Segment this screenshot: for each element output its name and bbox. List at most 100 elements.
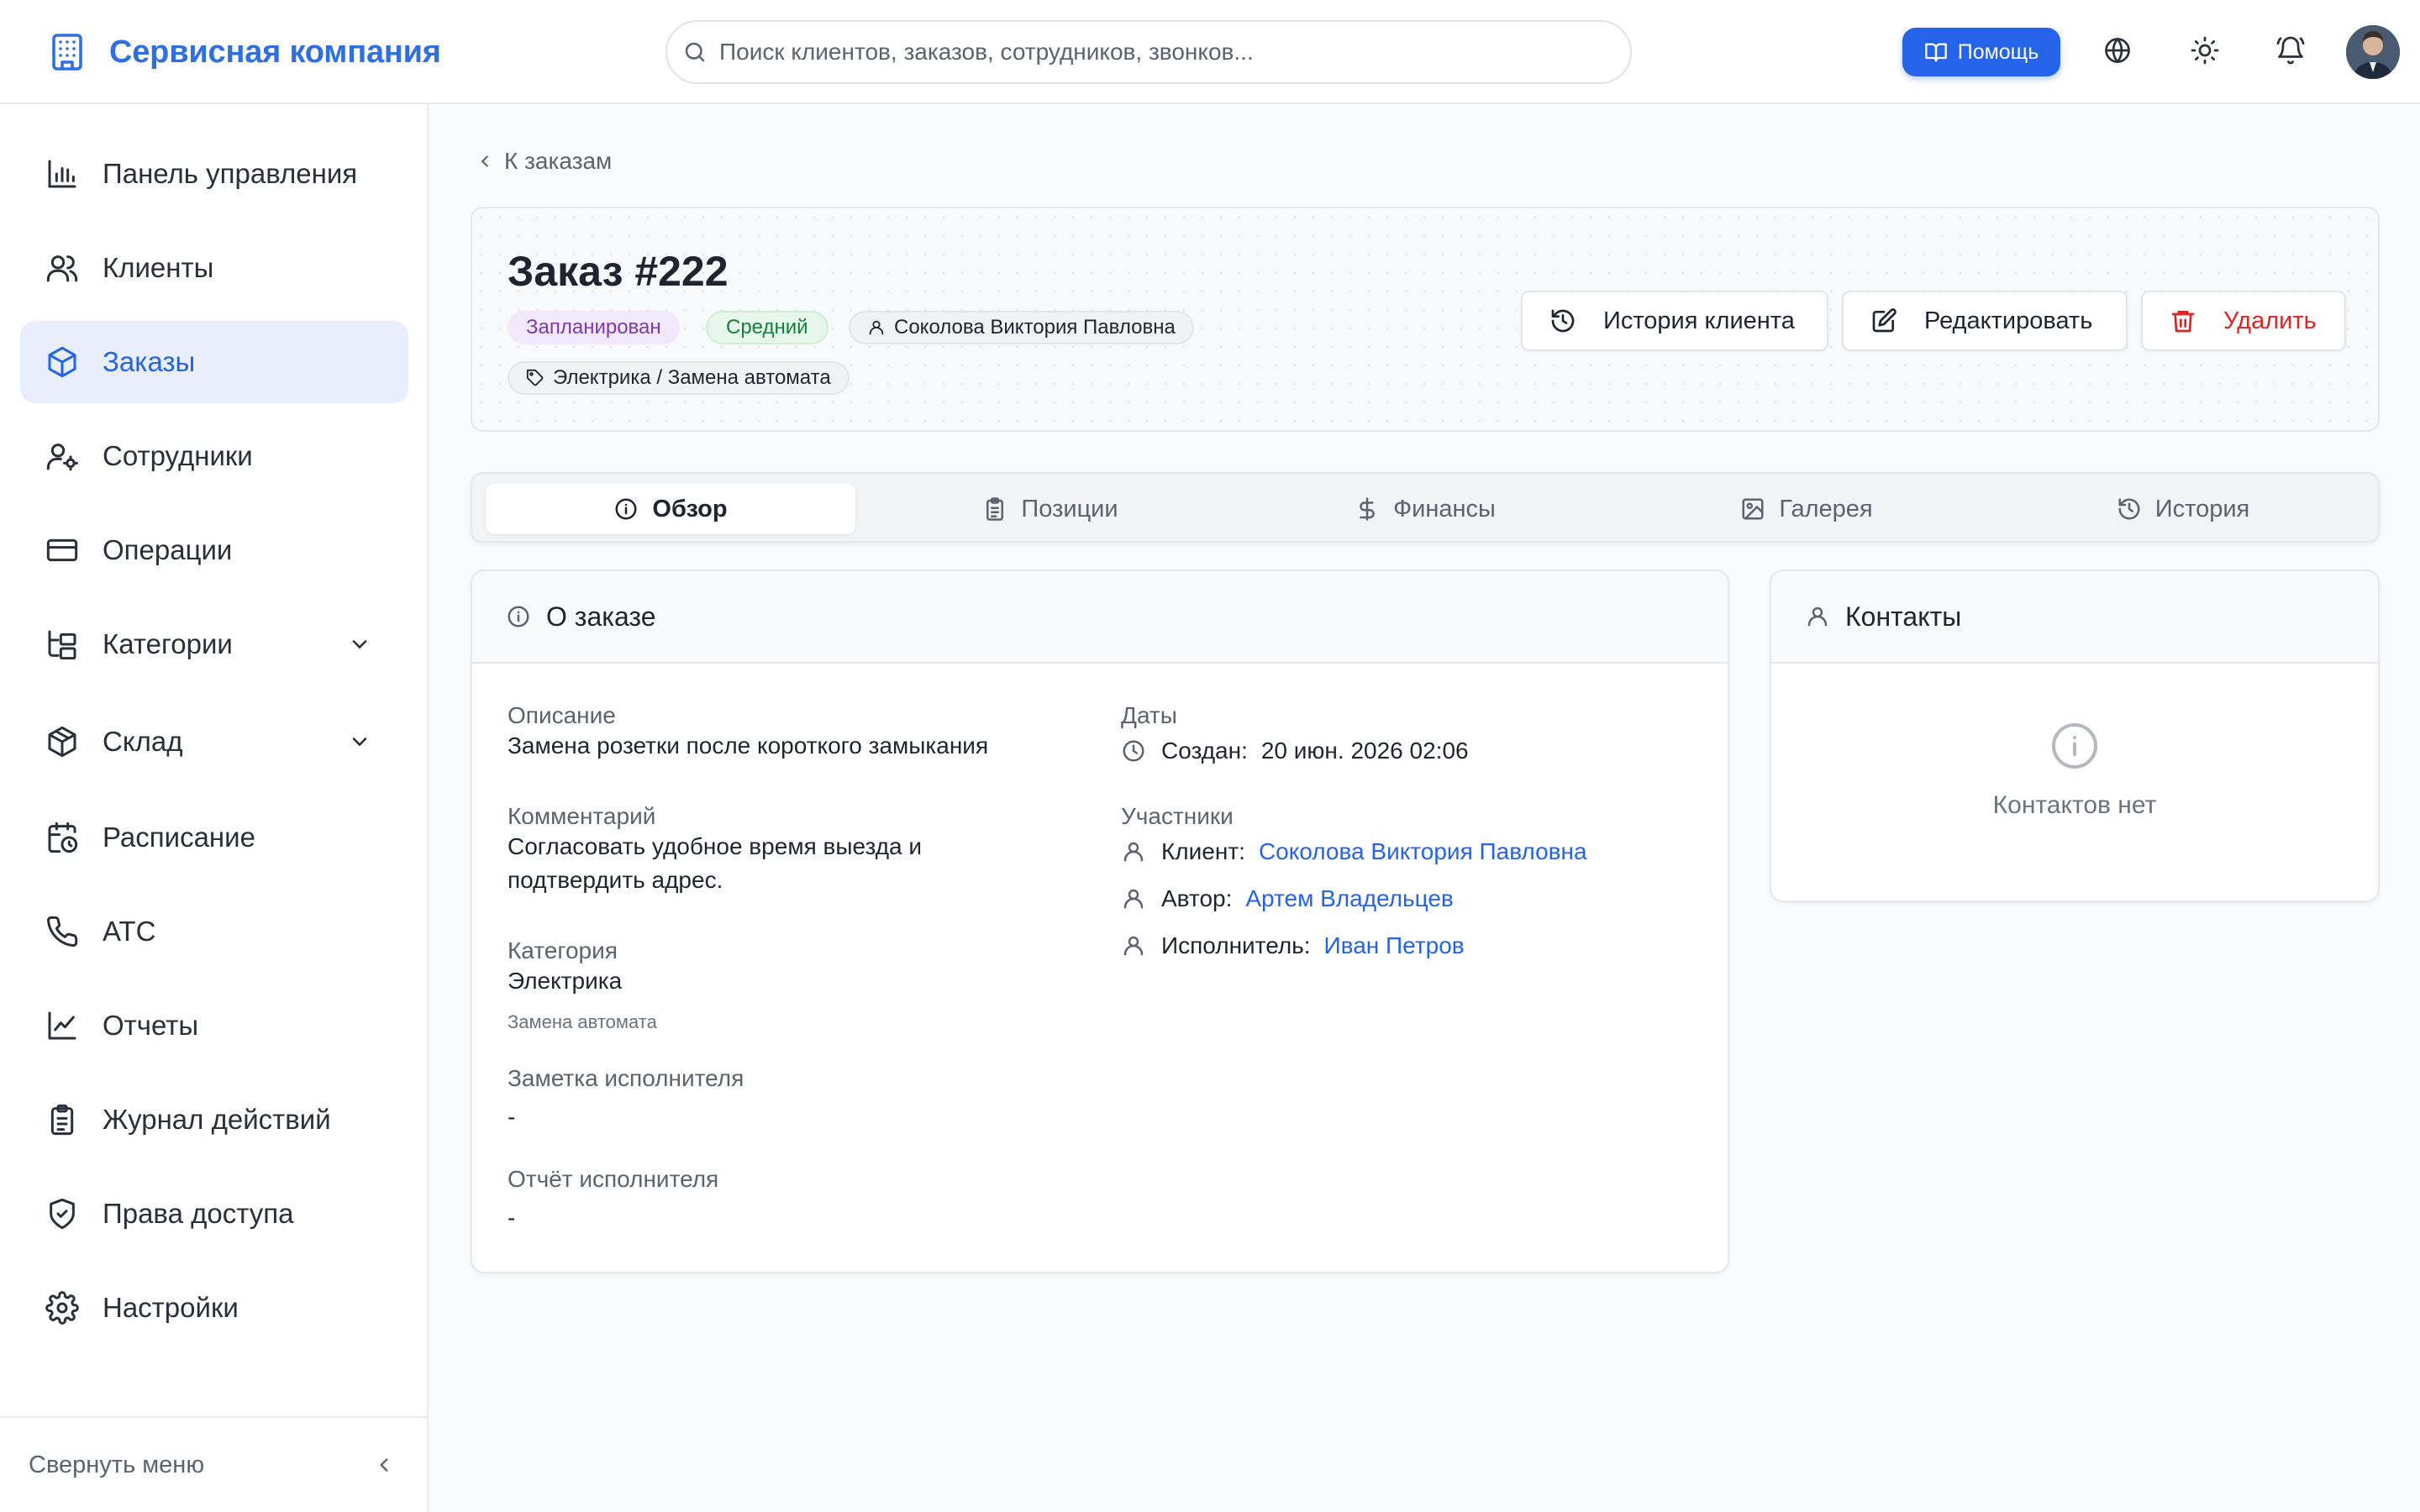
globe-icon[interactable] (2102, 35, 2133, 66)
author-row: Автор: Артем Владельцев (1121, 885, 1454, 912)
category-value: Электрика (508, 968, 623, 994)
user-icon (1123, 936, 1144, 956)
sidebar-item-settings[interactable]: Настройки (20, 1267, 408, 1349)
client-key: Клиент: (1161, 838, 1245, 864)
created-key: Создан: (1161, 738, 1248, 764)
executor-link[interactable]: Иван Петров (1324, 932, 1465, 959)
user-icon (1123, 842, 1144, 862)
about-order-card: О заказе Описание Замена розетки после к… (471, 570, 1729, 1273)
delete-button[interactable]: Удалить (2141, 291, 2346, 351)
tab-overview[interactable]: Обзор (486, 484, 855, 534)
info-icon (508, 606, 529, 627)
sidebar-item-reports[interactable]: Отчеты (20, 984, 408, 1067)
clipboard-icon (50, 1104, 74, 1136)
top-header: Сервисная компания Помощь (0, 0, 2420, 104)
tab-items[interactable]: Позиции (865, 484, 1235, 534)
search-input[interactable] (719, 39, 1602, 66)
user-avatar[interactable] (2346, 25, 2400, 79)
history-icon (2118, 498, 2140, 520)
contacts-card: Контакты Контактов нет (1770, 570, 2380, 902)
priority-badge: Средний (706, 311, 829, 344)
sidebar-item-operations[interactable]: Операции (20, 509, 408, 591)
tab-label: Обзор (652, 495, 728, 522)
sidebar-item-label: Сотрудники (103, 440, 253, 471)
back-label: К заказам (504, 148, 613, 174)
sidebar-item-dashboard[interactable]: Панель управления (20, 133, 408, 215)
user-icon (1807, 606, 1828, 627)
brand[interactable]: Сервисная компания (47, 30, 441, 74)
sidebar-item-label: Клиенты (103, 252, 214, 283)
page-title: Заказ #222 (508, 248, 729, 295)
credit-card-icon (46, 538, 78, 562)
sidebar-item-orders[interactable]: Заказы (20, 321, 408, 403)
sidebar-item-pbx[interactable]: АТС (20, 890, 408, 973)
bell-icon[interactable] (2275, 35, 2306, 66)
executor-note-value: - (508, 1104, 516, 1130)
tab-label: История (2154, 495, 2250, 522)
order-tabs: Обзор Позиции Финансы Галерея История (471, 472, 2380, 543)
description-value: Замена розетки после короткого замыкания (508, 732, 989, 759)
status-badge: Запланирован (508, 311, 680, 344)
line-chart-icon (48, 1011, 76, 1040)
edit-button[interactable]: Редактировать (1842, 291, 2128, 351)
image-icon (1742, 498, 1764, 520)
user-cog-icon (46, 444, 78, 471)
sun-icon[interactable] (2190, 35, 2220, 66)
executor-report-label: Отчёт исполнителя (508, 1166, 719, 1192)
edit-label: Редактировать (1924, 307, 2093, 334)
card-header: Контакты (1771, 571, 2378, 664)
sidebar-item-label: Операции (103, 534, 233, 565)
sidebar-item-audit-log[interactable]: Журнал действий (20, 1079, 408, 1161)
sidebar-item-label: Склад (103, 726, 183, 757)
user-icon (1123, 889, 1144, 909)
trash-icon (2171, 311, 2195, 333)
sidebar-item-label: АТС (103, 916, 156, 947)
tab-history[interactable]: История (1998, 484, 2368, 534)
category-badge: Электрика / Замена автомата (508, 361, 850, 395)
card-title: О заказе (546, 601, 656, 632)
author-key: Автор: (1161, 885, 1233, 911)
calendar-clock-icon (48, 822, 78, 853)
folder-tree-icon (48, 630, 76, 660)
search-icon (685, 42, 705, 62)
client-label: Соколова Виктория Павловна (894, 316, 1176, 339)
sidebar-item-clients[interactable]: Клиенты (20, 227, 408, 309)
collapse-menu-label: Свернуть меню (29, 1451, 205, 1478)
global-search[interactable] (666, 20, 1632, 84)
delete-label: Удалить (2223, 307, 2317, 334)
author-link[interactable]: Артем Владельцев (1245, 885, 1453, 912)
comment-value-line1: Согласовать удобное время выезда и (508, 833, 923, 859)
tab-finance[interactable]: Финансы (1240, 484, 1610, 534)
chevron-left-icon (380, 1458, 388, 1472)
comment-value-line2: подтвердить адрес. (508, 867, 723, 893)
contacts-empty-text: Контактов нет (1992, 791, 2157, 819)
card-header: О заказе (472, 571, 1728, 664)
shield-check-icon (50, 1198, 75, 1230)
chevron-left-icon (481, 155, 488, 167)
sidebar-item-access-rights[interactable]: Права доступа (20, 1173, 408, 1255)
client-link[interactable]: Соколова Виктория Павловна (1259, 838, 1587, 865)
sidebar-item-categories[interactable]: Категории (20, 603, 408, 685)
brand-name: Сервисная компания (109, 34, 441, 70)
gear-icon (45, 1291, 79, 1325)
sidebar-item-label: Настройки (103, 1292, 239, 1323)
help-button[interactable]: Помощь (1902, 28, 2060, 76)
sidebar-item-warehouse[interactable]: Склад (20, 701, 408, 783)
package-icon (48, 346, 76, 378)
description-label: Описание (508, 702, 616, 728)
sidebar-item-schedule[interactable]: Расписание (20, 796, 408, 879)
back-to-orders-link[interactable]: К заказам (476, 148, 612, 175)
comment-label: Комментарий (508, 803, 656, 829)
users-icon (46, 255, 78, 282)
sidebar-item-label: Журнал действий (103, 1104, 331, 1135)
box-icon (48, 726, 76, 758)
phone-icon (47, 916, 78, 947)
category-label: Электрика / Замена автомата (553, 366, 831, 389)
client-history-button[interactable]: История клиента (1521, 291, 1828, 351)
card-title: Контакты (1845, 601, 1962, 632)
tab-gallery[interactable]: Галерея (1622, 484, 1991, 534)
sidebar-item-label: Расписание (103, 822, 255, 853)
collapse-menu-button[interactable]: Свернуть меню (0, 1416, 427, 1512)
user-icon (869, 320, 884, 335)
sidebar-item-employees[interactable]: Сотрудники (20, 415, 408, 497)
